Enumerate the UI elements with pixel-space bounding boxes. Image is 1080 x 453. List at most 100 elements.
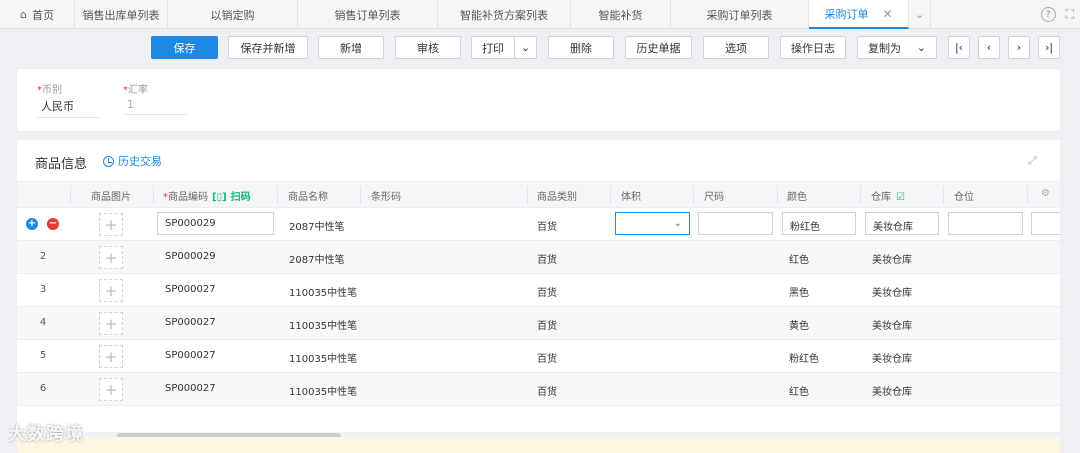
tab-label: 采购订单 [824,7,869,21]
save-and-new-button[interactable]: 保存并新增 [228,36,308,59]
tab-purchase-order[interactable]: 采购订单 ✕ [809,0,909,29]
row-number: 2 [39,251,47,262]
name-cell: 110035中性笔 [289,321,358,332]
next-record-button[interactable]: › [1008,36,1030,59]
image-placeholder[interactable]: + [99,378,123,401]
table-row[interactable]: 4 + SP000027 110035中性笔 百货 黄色 美妆仓库 [17,307,1060,340]
warehouse-cell: 美妆仓库 [872,387,912,398]
image-placeholder[interactable]: + [99,279,123,302]
copy-as-label: 复制为 [868,41,901,55]
history-trade-link[interactable]: 历史交易 [103,153,162,169]
home-icon: ⌂ [20,8,27,21]
color-cell: 红色 [789,255,809,266]
tab-purchase-order-list[interactable]: 采购订单列表 [671,0,809,29]
image-placeholder[interactable]: + [99,312,123,335]
table-row[interactable]: + − + SP000029 2087中性笔 百货 ⌄ 粉红色 美妆仓库 [17,208,1060,241]
tab-smart-replenish[interactable]: 智能补货 [571,0,671,29]
tabbar-actions: ? ⛶ [1040,0,1074,29]
scan-icon[interactable]: [▯] [212,192,227,203]
last-record-button[interactable]: ›| [1038,36,1060,59]
table-row[interactable]: 6 + SP000027 110035中性笔 百货 红色 美妆仓库 [17,373,1060,406]
currency-field[interactable]: 人民币 [37,98,101,118]
name-cell: 2087中性笔 [289,255,345,266]
add-button[interactable]: 新增 [318,36,384,59]
tab-sales-order-list[interactable]: 销售订单列表 [298,0,438,29]
last-page-icon: ›| [1044,41,1054,54]
tab-smart-replenish-plan-list[interactable]: 智能补货方案列表 [438,0,571,29]
code-cell: SP000027 [165,284,216,295]
scan-button[interactable]: 扫码 [231,192,251,203]
category-cell: 百货 [537,222,557,233]
location-input[interactable] [948,212,1023,235]
toolbar: 保存 保存并新增 新增 审核 打印 ⌄ 删除 历史单据 选项 操作日志 复制为 … [0,29,1080,66]
chevron-down-icon: ⌄ [914,8,925,21]
table-row[interactable]: 3 + SP000027 110035中性笔 百货 黑色 美妆仓库 [17,274,1060,307]
currency-label: *币别 [37,85,62,96]
close-icon[interactable]: ✕ [882,7,892,21]
rate-field[interactable]: 1 [123,98,187,115]
prev-record-button[interactable]: ‹ [978,36,1000,59]
history-trade-label: 历史交易 [118,155,162,168]
row-number: 3 [39,284,47,295]
column-settings-icon[interactable]: ⚙ [1041,188,1050,199]
tab-more-dropdown[interactable]: ⌄ [909,0,931,29]
color-cell: 粉红色 [789,354,819,365]
name-cell: 2087中性笔 [289,222,345,233]
copy-as-dropdown[interactable]: 复制为 ⌄ [857,36,937,59]
category-cell: 百货 [537,387,557,398]
print-dropdown-button[interactable]: ⌄ [514,36,537,59]
col-image: 商品图片 [91,192,131,203]
col-code: *商品编码 [▯] 扫码 [163,192,251,203]
options-button[interactable]: 选项 [703,36,769,59]
table-row[interactable]: 2 + SP000029 2087中性笔 百货 红色 美妆仓库 [17,241,1060,274]
col-barcode: 条形码 [371,192,401,203]
tab-purchase-by-sales[interactable]: 以销定购 [168,0,298,29]
history-bills-button[interactable]: 历史单据 [625,36,692,59]
remove-row-icon[interactable]: − [47,218,59,230]
name-cell: 110035中性笔 [289,354,358,365]
table-header: 商品图片 *商品编码 [▯] 扫码 商品名称 条形码 商品类别 体积 尺码 颜色 仓… [17,181,1060,208]
goods-panel: 商品信息 历史交易 ⤢ 商品图片 *商品编码 [▯] 扫码 商品名称 条形码 商品类… [17,140,1060,453]
batch-edit-icon[interactable]: ☑ [896,192,905,203]
tab-home[interactable]: ⌂ 首页 [0,0,75,29]
col-volume: 体积 [621,192,641,203]
delete-button[interactable]: 删除 [548,36,614,59]
image-placeholder[interactable]: + [99,213,123,236]
next-input[interactable] [1031,212,1060,235]
operation-log-button[interactable]: 操作日志 [780,36,846,59]
col-name: 商品名称 [288,192,328,203]
tab-label: 智能补货方案列表 [460,8,548,22]
help-icon[interactable]: ? [1040,7,1056,22]
volume-select[interactable]: ⌄ [615,212,690,235]
footer-strip [17,437,1060,453]
row-number: 6 [39,383,47,394]
image-placeholder[interactable]: + [99,345,123,368]
fullscreen-icon[interactable]: ⛶ [1066,7,1074,22]
first-record-button[interactable]: |‹ [948,36,970,59]
warehouse-cell: 美妆仓库 [872,354,912,365]
chevron-down-icon: ⌄ [520,41,531,54]
print-button[interactable]: 打印 [471,36,515,59]
tab-label: 采购订单列表 [706,8,773,22]
tab-label: 销售出库单列表 [82,8,160,22]
col-category: 商品类别 [537,192,577,203]
size-input[interactable] [698,212,773,235]
audit-button[interactable]: 审核 [395,36,461,59]
category-cell: 百货 [537,354,557,365]
warehouse-input[interactable]: 美妆仓库 [865,212,939,235]
code-input[interactable]: SP000029 [157,212,274,235]
warehouse-cell: 美妆仓库 [872,255,912,266]
tab-label: 智能补货 [598,8,643,22]
color-input[interactable]: 粉红色 [782,212,856,235]
color-cell: 黄色 [789,321,809,332]
expand-icon[interactable]: ⤢ [1028,154,1040,167]
image-placeholder[interactable]: + [99,246,123,269]
add-row-icon[interactable]: + [26,218,38,230]
table-row[interactable]: 5 + SP000027 110035中性笔 百货 粉红色 美妆仓库 [17,340,1060,373]
tab-bar: ⌂ 首页 销售出库单列表 以销定购 销售订单列表 智能补货方案列表 智能补货 采… [0,0,1080,29]
tab-sales-outbound-list[interactable]: 销售出库单列表 [75,0,168,29]
col-size: 尺码 [704,192,724,203]
chevron-down-icon: ⌄ [673,218,682,229]
save-button[interactable]: 保存 [151,36,218,59]
category-cell: 百货 [537,255,557,266]
